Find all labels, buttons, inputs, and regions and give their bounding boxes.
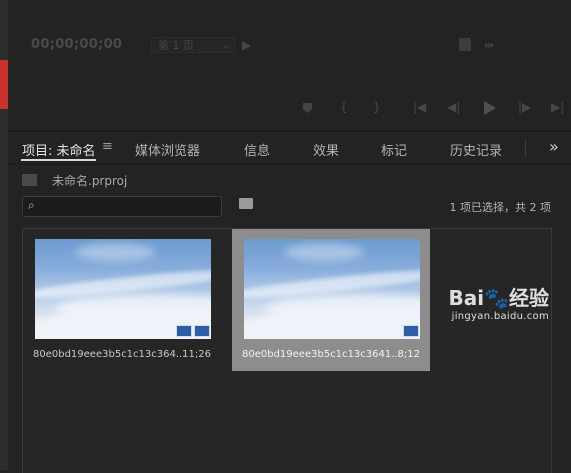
mark-out-icon[interactable]: } bbox=[373, 100, 381, 114]
tab-info[interactable]: 信息 bbox=[244, 140, 270, 159]
new-search-bin-icon[interactable] bbox=[239, 198, 253, 209]
settings-wrench-icon[interactable]: ⇹ bbox=[484, 38, 494, 52]
video-badge-icon bbox=[176, 325, 192, 337]
playhead-timecode[interactable]: 00;00;00;00 bbox=[31, 37, 122, 52]
clip-duration: 11;26 bbox=[182, 349, 211, 360]
clip-item-selected[interactable]: 80e0bd19eee3b5c1c13c3641... 8;12 bbox=[232, 229, 430, 371]
clip-name: 80e0bd19eee3b5c1c13c3641... bbox=[242, 349, 401, 360]
project-folder-icon bbox=[22, 174, 37, 186]
go-to-out-icon[interactable]: ▶| bbox=[551, 100, 564, 114]
step-forward-icon[interactable]: |▶ bbox=[518, 100, 531, 114]
audio-badge-icon bbox=[194, 325, 210, 337]
step-back-icon[interactable]: ◀| bbox=[447, 100, 460, 114]
search-icon: ⌕ bbox=[28, 198, 35, 212]
play-icon[interactable] bbox=[484, 101, 496, 115]
play-next-icon[interactable]: ▶ bbox=[242, 38, 251, 52]
page-select-value: 第 1 页 bbox=[158, 39, 194, 52]
tab-divider bbox=[525, 140, 526, 158]
tab-media-browser[interactable]: 媒体浏览器 bbox=[135, 140, 200, 159]
search-input[interactable]: ⌕ bbox=[22, 196, 222, 217]
page-select[interactable]: 第 1 页 ⌄ bbox=[151, 37, 235, 53]
clip-item[interactable]: 80e0bd19eee3b5c1c13c364... 11;26 bbox=[23, 229, 221, 371]
tab-project[interactable]: 项目: 未命名 bbox=[22, 140, 96, 159]
selection-status: 1 项已选择，共 2 项 bbox=[449, 201, 552, 214]
clip-name: 80e0bd19eee3b5c1c13c364... bbox=[33, 349, 186, 360]
project-file-name: 未命名.prproj bbox=[52, 174, 128, 188]
tab-history[interactable]: 历史记录 bbox=[450, 140, 502, 159]
clip-thumbnail bbox=[35, 239, 211, 339]
tab-effects[interactable]: 效果 bbox=[313, 140, 339, 159]
sequence-badge-icon bbox=[403, 325, 419, 337]
export-frame-icon[interactable] bbox=[459, 38, 471, 51]
active-tab-indicator bbox=[21, 159, 96, 161]
mark-in-icon[interactable]: { bbox=[340, 100, 348, 114]
clip-grid: 80e0bd19eee3b5c1c13c364... 11;26 80e0bd1… bbox=[22, 228, 552, 473]
chevron-down-icon: ⌄ bbox=[221, 40, 230, 51]
timecode-marker-icon bbox=[28, 40, 34, 50]
clip-duration: 8;12 bbox=[397, 349, 420, 360]
go-to-in-icon[interactable]: |◀ bbox=[413, 100, 426, 114]
tabs-overflow-button[interactable]: » bbox=[549, 137, 559, 156]
panel-edge-marker bbox=[0, 60, 8, 109]
baidu-jingyan-watermark: Bai🐾经验 jingyan.baidu.com bbox=[449, 282, 550, 322]
panel-menu-icon[interactable]: ≡ bbox=[102, 139, 113, 154]
clip-thumbnail bbox=[244, 239, 420, 339]
panel-tab-bar: 项目: 未命名 ≡ 媒体浏览器 信息 效果 标记 历史记录 » bbox=[8, 132, 571, 165]
tab-markers[interactable]: 标记 bbox=[381, 140, 407, 159]
watermark-logo: Bai🐾经验 bbox=[448, 286, 550, 310]
watermark-url: jingyan.baidu.com bbox=[451, 311, 549, 322]
